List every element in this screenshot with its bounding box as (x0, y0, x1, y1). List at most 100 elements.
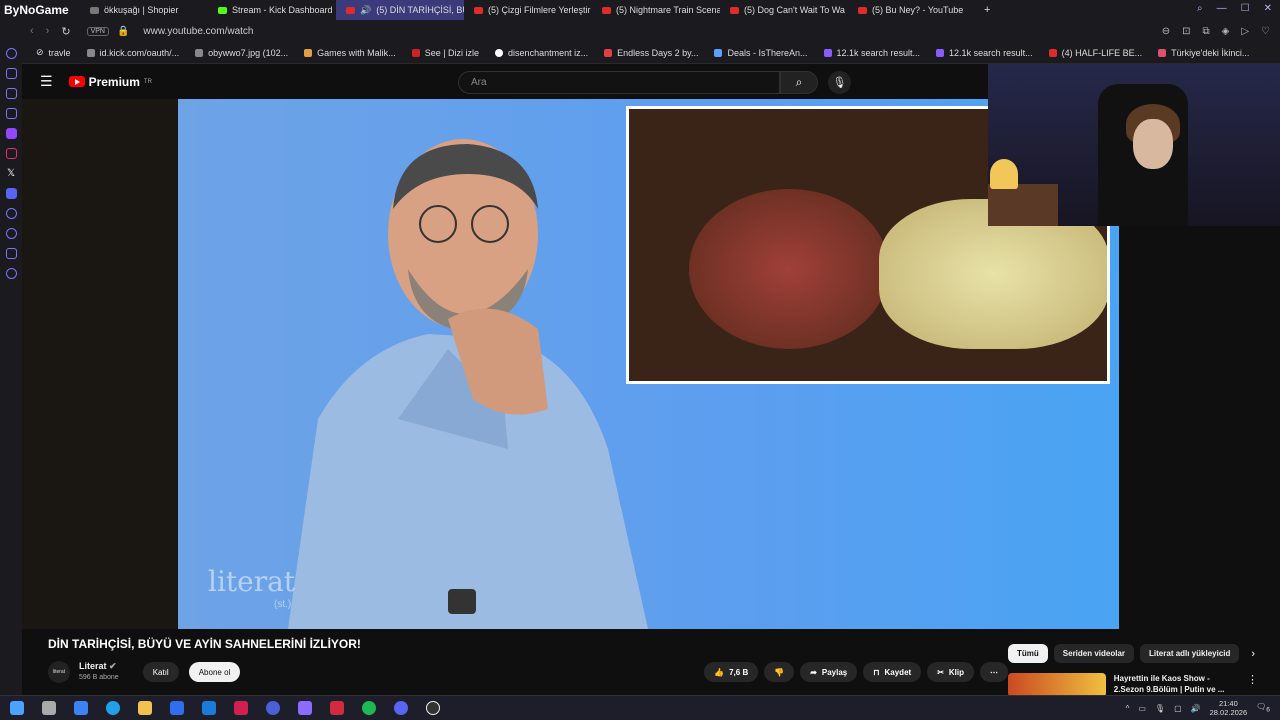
tab-bu-ney[interactable]: (5) Bu Ney? - YouTube (848, 0, 976, 20)
play-icon (411, 48, 420, 57)
recommended-thumbnail[interactable] (1008, 673, 1106, 697)
bookmark-icon[interactable]: ⊡ (1182, 26, 1190, 37)
search-input[interactable]: Ara (458, 71, 780, 94)
tab-active-video[interactable]: 🔊 (5) DİN TARİHÇİSİ, BÜ (336, 0, 464, 20)
forward-icon[interactable]: › (46, 25, 50, 38)
tab-kick-dashboard[interactable]: Stream - Kick Dashboard (208, 0, 336, 20)
chevron-up-icon[interactable]: ^ (1126, 704, 1130, 713)
chip-all[interactable]: Tümü (1008, 644, 1048, 663)
share-button[interactable]: ➦ Paylaş (800, 662, 858, 682)
calendar-icon[interactable] (5, 108, 17, 119)
minimize-icon[interactable]: — (1217, 3, 1227, 14)
store-icon[interactable] (170, 701, 184, 715)
chip-series[interactable]: Seriden videolar (1053, 644, 1135, 663)
address-bar: ‹ › ↻ VPN 🔒 www.youtube.com/watch ⊖ ⊡ ⧉ … (0, 20, 1280, 42)
mic-icon[interactable]: 🎙 (1155, 704, 1165, 713)
player-icon[interactable] (5, 208, 17, 219)
bag-icon[interactable] (5, 68, 17, 79)
bookmark-item[interactable]: Deals - IsThereAn... (706, 48, 815, 58)
back-icon[interactable]: ‹ (30, 25, 34, 38)
obs-icon[interactable] (426, 701, 440, 715)
channel-name[interactable]: Literat ✔ (79, 661, 119, 672)
window-controls: ⌕ — ☐ ✕ (1189, 0, 1280, 17)
bookmark-item[interactable]: Türkiye'deki İkinci... (1150, 48, 1257, 58)
new-tab-button[interactable]: + (976, 4, 998, 16)
more-actions-button[interactable]: ⋯ (980, 662, 1008, 682)
bookmark-item[interactable]: Games with Malik... (296, 48, 404, 58)
task-view-icon[interactable] (42, 701, 56, 715)
recommended-video[interactable]: Hayrettin ile Kaos Show - 2.Sezon 9.Bölü… (1008, 673, 1258, 697)
extensions-icon[interactable]: ⧉ (1202, 26, 1209, 37)
scissors-icon: ✂ (937, 667, 944, 677)
search-tabs-icon[interactable]: ⌕ (1197, 3, 1203, 14)
bookmark-item[interactable]: disenchantment iz... (487, 48, 596, 58)
chevron-right-icon[interactable]: › (1251, 648, 1255, 660)
app-icon[interactable] (234, 701, 248, 715)
tab-dog[interactable]: (5) Dog Can't Wait To Wa (720, 0, 848, 20)
tab-nightmare-train[interactable]: (5) Nightmare Train Scena (592, 0, 720, 20)
windows-start-icon[interactable] (10, 701, 24, 715)
join-button[interactable]: Katıl (142, 662, 179, 682)
recommended-title[interactable]: Hayrettin ile Kaos Show - 2.Sezon 9.Bölü… (1114, 673, 1231, 695)
zoom-icon[interactable]: ⊖ (1162, 26, 1170, 37)
like-button[interactable]: 👍 7,6 B (704, 662, 759, 682)
avatar[interactable]: literat (48, 661, 70, 683)
bookmark-item[interactable]: ⊘ travle (28, 47, 79, 58)
clock[interactable]: 21:40 28.02.2026 (1210, 699, 1248, 717)
edge-icon[interactable] (106, 701, 120, 715)
channel-watermark: literat (208, 565, 296, 598)
dislike-button[interactable]: 👎 (764, 662, 795, 682)
discord-icon[interactable] (394, 701, 408, 715)
vpn-badge[interactable]: VPN (86, 26, 109, 36)
shield-icon[interactable]: ◈ (1222, 26, 1230, 37)
menu-icon[interactable]: ☰ (40, 73, 53, 90)
video-player[interactable]: literat (st.) (178, 99, 1119, 629)
copilot-icon[interactable] (74, 701, 88, 715)
tab-shopier[interactable]: ökkuşağı | Shopier (80, 0, 208, 20)
clock-icon[interactable] (5, 228, 17, 239)
app-icon[interactable] (298, 701, 312, 715)
more-icon[interactable]: ⋮ (1247, 673, 1258, 697)
bookmark-item[interactable]: id.kick.com/oauth/... (79, 48, 188, 58)
twitch-icon[interactable] (5, 128, 17, 139)
notification-icon[interactable]: 🗨6 (1256, 702, 1270, 714)
file-explorer-icon[interactable] (138, 701, 152, 715)
reload-icon[interactable]: ↻ (61, 25, 70, 38)
bookmark-item[interactable]: 12.1k search result... (816, 48, 929, 58)
tab-cizgi-filmler[interactable]: (5) Çizgi Filmlere Yerleştir (464, 0, 592, 20)
save-button[interactable]: ⊓ Kaydet (863, 662, 922, 682)
bookmark-item[interactable]: (4) HALF-LIFE BE... (1041, 48, 1151, 58)
battery-icon[interactable]: ▭ (1138, 704, 1146, 713)
spotify-icon[interactable] (362, 701, 376, 715)
settings-icon[interactable] (5, 268, 17, 279)
voice-search-button[interactable]: 🎙 (828, 71, 851, 94)
bookmark-item[interactable]: 12.1k search result... (928, 48, 1041, 58)
play-icon[interactable]: ▷ (1241, 26, 1249, 37)
youtube-logo[interactable]: Premium TR (68, 75, 152, 89)
app-icon[interactable] (266, 701, 280, 715)
close-icon[interactable]: ✕ (1264, 3, 1272, 14)
bookmark-item[interactable]: obywwo7.jpg (102... (187, 48, 296, 58)
player-left-margin (22, 99, 178, 629)
cube-icon[interactable] (5, 248, 17, 259)
clip-button[interactable]: ✂ Klip (927, 662, 974, 682)
mail-icon[interactable] (202, 701, 216, 715)
maximize-icon[interactable]: ☐ (1241, 3, 1250, 14)
refresh-icon[interactable] (5, 48, 17, 59)
bookmark-item[interactable]: See | Dizi izle (404, 48, 487, 58)
game-icon[interactable] (5, 88, 17, 99)
volume-icon[interactable]: 🔊 (1191, 704, 1201, 713)
heart-icon[interactable]: ♡ (1261, 26, 1270, 37)
youtube-icon (474, 6, 483, 14)
x-icon[interactable]: 𝕏 (7, 168, 15, 179)
subscribe-button[interactable]: Abone ol (188, 662, 241, 682)
bookmark-item[interactable]: Endless Days 2 by... (596, 48, 706, 58)
network-icon[interactable]: ▢ (1174, 704, 1182, 713)
browser-taskbar-icon[interactable] (330, 701, 344, 715)
search-button[interactable]: ⌕ (780, 71, 818, 94)
instagram-icon[interactable] (5, 148, 17, 159)
url-field[interactable]: www.youtube.com/watch (143, 26, 253, 37)
channel-watermark-sub: (st.) (274, 599, 292, 610)
discord-icon[interactable] (5, 188, 17, 199)
chip-uploader[interactable]: Literat adlı yükleyicid (1140, 644, 1240, 663)
